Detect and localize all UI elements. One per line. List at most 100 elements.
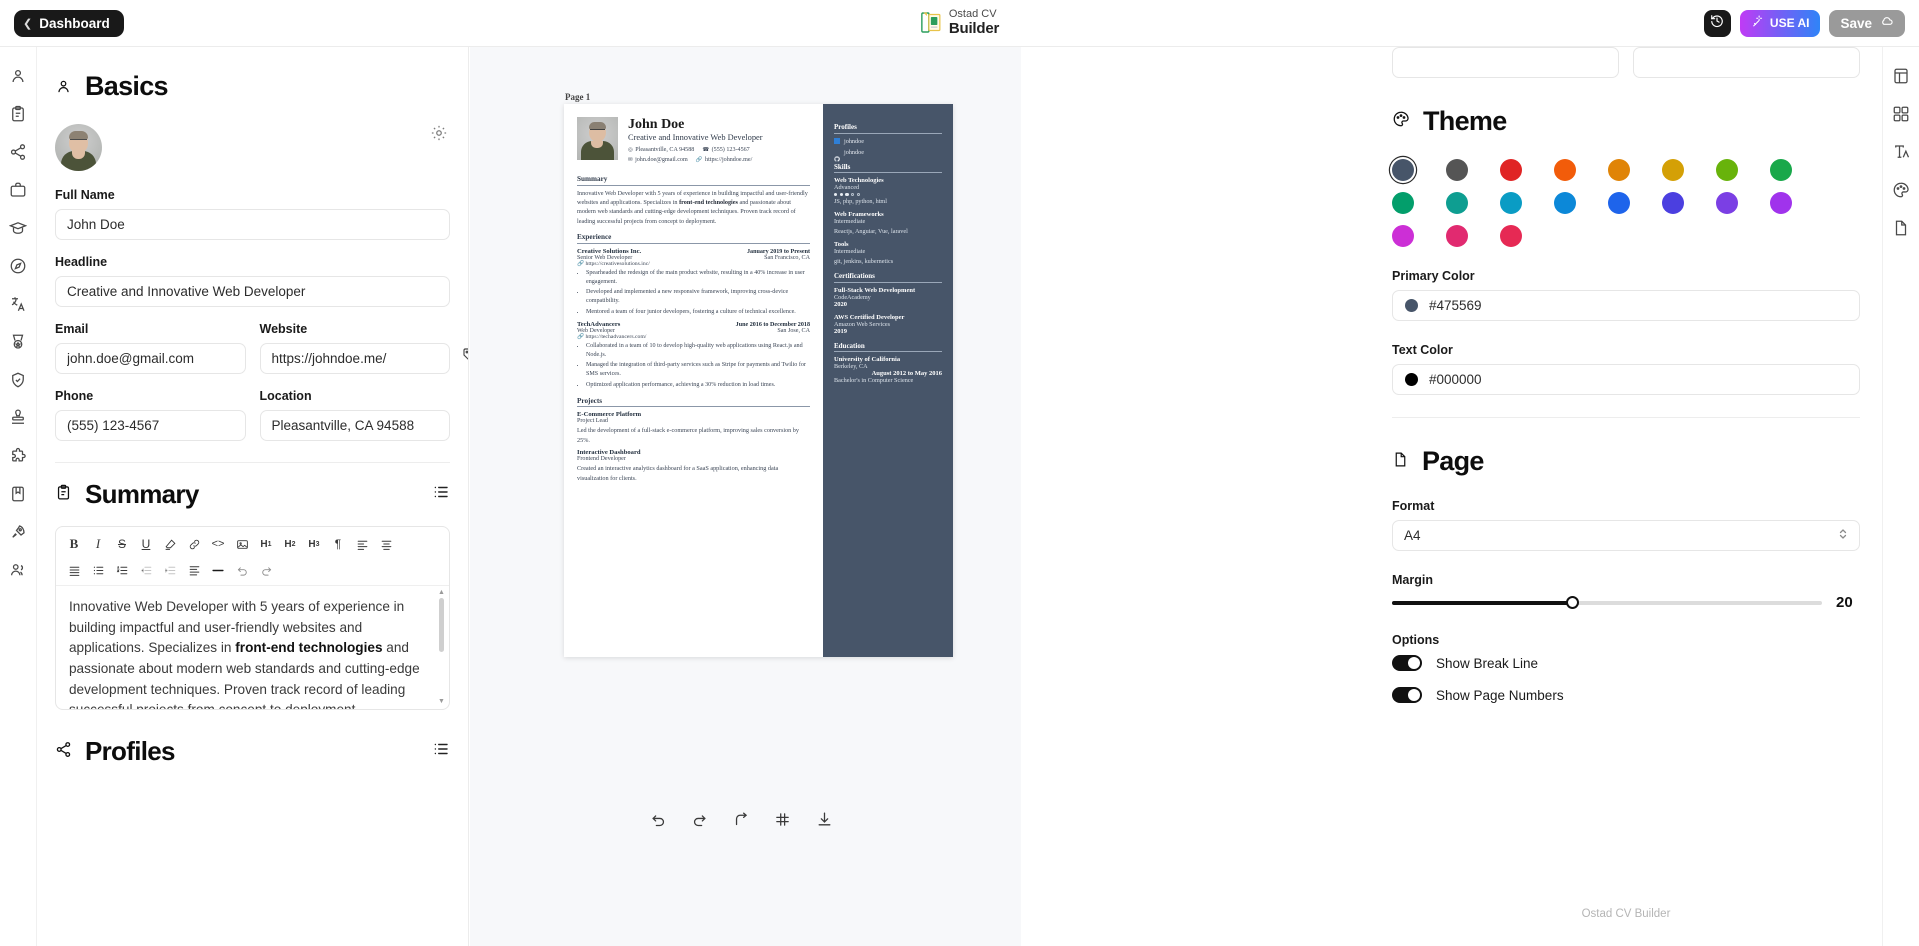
theme-swatch[interactable] xyxy=(1500,192,1522,214)
indent-icon[interactable] xyxy=(158,559,182,581)
compass-icon[interactable] xyxy=(9,257,27,275)
phone-input[interactable] xyxy=(55,410,246,441)
reset-view-icon[interactable] xyxy=(729,807,753,831)
summary-scrollbar[interactable]: ▲ ▼ xyxy=(438,589,445,705)
theme-swatch[interactable] xyxy=(1446,225,1468,247)
project-role: Project Lead xyxy=(577,418,608,425)
stamp-icon[interactable] xyxy=(9,409,27,427)
margin-slider[interactable] xyxy=(1392,596,1822,609)
theme-swatch[interactable] xyxy=(1500,225,1522,247)
outdent-icon[interactable] xyxy=(134,559,158,581)
code-icon[interactable]: <> xyxy=(206,533,230,555)
format-select[interactable]: A4 xyxy=(1392,520,1860,551)
resume-page[interactable]: John Doe Creative and Innovative Web Dev… xyxy=(564,104,953,657)
theme-swatch[interactable] xyxy=(1446,159,1468,181)
settings-gear-icon[interactable] xyxy=(430,124,450,144)
dashboard-back-button[interactable]: ❮ Dashboard xyxy=(14,9,124,37)
show-page-numbers-toggle[interactable] xyxy=(1392,687,1422,703)
align-justify-icon[interactable] xyxy=(62,559,86,581)
location-input[interactable] xyxy=(259,410,450,441)
align-center-icon[interactable] xyxy=(374,533,398,555)
theme-swatch[interactable] xyxy=(1554,192,1576,214)
graduation-cap-icon[interactable] xyxy=(9,219,27,237)
theme-swatch[interactable] xyxy=(1500,159,1522,181)
theme-swatch[interactable] xyxy=(1662,159,1684,181)
align-left-icon[interactable] xyxy=(350,533,374,555)
heading-3-icon[interactable]: H3 xyxy=(302,533,326,555)
save-button[interactable]: Save xyxy=(1829,9,1905,37)
primary-color-dot xyxy=(1405,299,1418,312)
share-nodes-icon[interactable] xyxy=(9,143,27,161)
redo-icon[interactable] xyxy=(254,559,278,581)
ordered-list-icon[interactable] xyxy=(110,559,134,581)
theme-swatch[interactable] xyxy=(1770,159,1792,181)
theme-swatch[interactable] xyxy=(1716,192,1738,214)
paragraph-icon[interactable]: ¶ xyxy=(326,533,350,555)
email-input[interactable] xyxy=(55,343,246,374)
summary-textarea[interactable]: Innovative Web Developer with 5 years of… xyxy=(56,585,449,709)
briefcase-icon[interactable] xyxy=(9,181,27,199)
layout-grid-icon[interactable] xyxy=(1892,105,1910,123)
redo-icon[interactable] xyxy=(688,807,712,831)
tag-icon[interactable] xyxy=(462,347,468,368)
list-icon[interactable] xyxy=(432,483,450,506)
line-height-icon[interactable] xyxy=(182,559,206,581)
typography-icon[interactable] xyxy=(1892,143,1910,161)
settings-stub-field-right[interactable] xyxy=(1633,47,1860,78)
undo-icon[interactable] xyxy=(646,807,670,831)
horizontal-rule-icon[interactable] xyxy=(206,559,230,581)
book-icon[interactable] xyxy=(9,485,27,503)
highlight-icon[interactable] xyxy=(158,533,182,555)
theme-swatch[interactable] xyxy=(1392,225,1414,247)
full-name-input[interactable] xyxy=(55,209,450,240)
translate-icon[interactable] xyxy=(9,295,27,313)
resume-experience-heading: Experience xyxy=(577,233,810,244)
theme-swatch[interactable] xyxy=(1608,159,1630,181)
users-icon[interactable] xyxy=(9,561,27,579)
theme-swatch[interactable] xyxy=(1554,159,1576,181)
format-value: A4 xyxy=(1404,528,1421,543)
page-icon[interactable] xyxy=(1892,219,1910,237)
strikethrough-icon[interactable]: S xyxy=(110,533,134,555)
italic-icon[interactable]: I xyxy=(86,533,110,555)
shield-check-icon[interactable] xyxy=(9,371,27,389)
user-icon[interactable] xyxy=(9,67,27,85)
margin-slider-knob[interactable] xyxy=(1566,596,1580,609)
heading-1-icon[interactable]: H1 xyxy=(254,533,278,555)
bold-icon[interactable]: B xyxy=(62,533,86,555)
underline-icon[interactable]: U xyxy=(134,533,158,555)
theme-swatch[interactable] xyxy=(1716,159,1738,181)
theme-swatch[interactable] xyxy=(1770,192,1792,214)
puzzle-icon[interactable] xyxy=(9,447,27,465)
history-button[interactable] xyxy=(1703,9,1731,37)
theme-swatch[interactable] xyxy=(1662,192,1684,214)
undo-icon[interactable] xyxy=(230,559,254,581)
page-section-title: Page xyxy=(1422,446,1484,476)
theme-swatch[interactable] xyxy=(1446,192,1468,214)
settings-stub-field-left[interactable] xyxy=(1392,47,1619,78)
image-icon[interactable] xyxy=(230,533,254,555)
sidebar-certification-item: Full-Stack Web Development CodeAcademy 2… xyxy=(834,287,942,308)
layout-template-icon[interactable] xyxy=(1892,67,1910,85)
bullet-list-icon[interactable] xyxy=(86,559,110,581)
rocket-icon[interactable] xyxy=(9,523,27,541)
website-input[interactable] xyxy=(259,343,450,374)
certification-issuer: CodeAcademy xyxy=(834,293,871,301)
headline-input[interactable] xyxy=(55,276,450,307)
profile-avatar[interactable] xyxy=(55,124,102,171)
theme-swatch[interactable] xyxy=(1392,192,1414,214)
clipboard-icon[interactable] xyxy=(9,105,27,123)
medal-icon[interactable] xyxy=(9,333,27,351)
list-icon[interactable] xyxy=(432,740,450,763)
show-break-line-toggle[interactable] xyxy=(1392,655,1422,671)
text-color-field[interactable]: #000000 xyxy=(1392,364,1860,395)
use-ai-button[interactable]: USE AI xyxy=(1739,9,1821,37)
heading-2-icon[interactable]: H2 xyxy=(278,533,302,555)
link-icon[interactable] xyxy=(182,533,206,555)
theme-swatch[interactable] xyxy=(1392,159,1414,181)
theme-swatch[interactable] xyxy=(1608,192,1630,214)
palette-icon[interactable] xyxy=(1892,181,1910,199)
primary-color-field[interactable]: #475569 xyxy=(1392,290,1860,321)
center-artboard-icon[interactable] xyxy=(771,807,795,831)
download-icon[interactable] xyxy=(812,807,836,831)
